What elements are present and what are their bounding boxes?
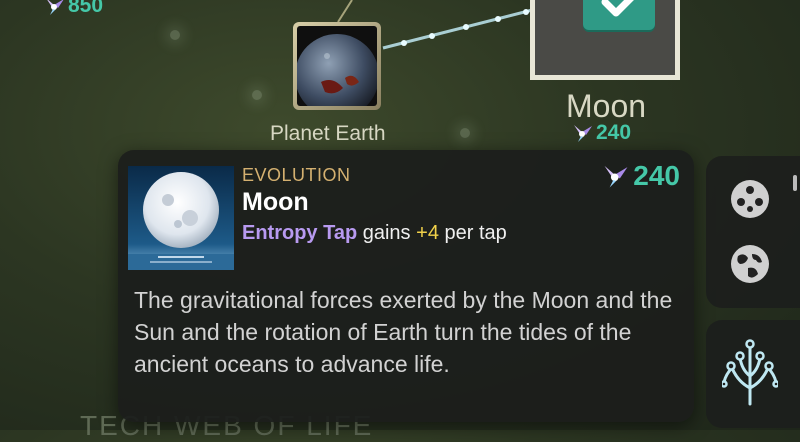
node-label-planet-earth: Planet Earth bbox=[270, 122, 386, 145]
tree-of-life-icon bbox=[720, 339, 780, 406]
entropy-crystal-icon bbox=[604, 165, 628, 188]
effect-sign: + bbox=[416, 222, 428, 244]
particles-button[interactable] bbox=[726, 175, 774, 223]
effect-amount: 4 bbox=[427, 222, 439, 244]
tech-node-moon[interactable] bbox=[530, 0, 680, 80]
planet-earth-icon bbox=[297, 26, 377, 106]
globe-button[interactable] bbox=[726, 240, 774, 288]
tech-cost: 240 bbox=[602, 160, 680, 192]
tech-detail-panel[interactable]: EVOLUTION Moon Entropy Tap gains +4 per … bbox=[118, 150, 694, 422]
node-label-moon: Moon bbox=[566, 88, 647, 124]
entropy-crystal-icon bbox=[47, 0, 64, 15]
tech-node-planet-earth[interactable] bbox=[293, 22, 381, 110]
moon-image bbox=[128, 166, 234, 270]
check-icon bbox=[601, 0, 634, 17]
tech-title: Moon bbox=[242, 188, 309, 216]
tree-of-life-button[interactable] bbox=[720, 338, 780, 406]
edge-indicator bbox=[793, 175, 797, 191]
tech-description: The gravitational forces exerted by the … bbox=[134, 287, 673, 377]
entropy-crystal-icon bbox=[574, 125, 592, 142]
tech-category: EVOLUTION bbox=[242, 165, 351, 185]
node-cost-moon: 240 bbox=[572, 121, 631, 145]
node-status-badge bbox=[583, 0, 655, 30]
tech-cost-value: 240 bbox=[633, 160, 680, 191]
globe-icon bbox=[731, 245, 769, 283]
node-cost: 850 bbox=[44, 0, 103, 18]
tech-effect: Entropy Tap gains +4 per tap bbox=[242, 222, 507, 245]
effect-target: Entropy Tap bbox=[242, 222, 358, 244]
effect-text: gains bbox=[357, 222, 417, 244]
node-cost-value: 850 bbox=[68, 0, 104, 17]
node-cost-value: 240 bbox=[596, 121, 632, 144]
effect-text-suffix: per tap bbox=[438, 222, 507, 244]
particles-icon bbox=[731, 180, 769, 218]
